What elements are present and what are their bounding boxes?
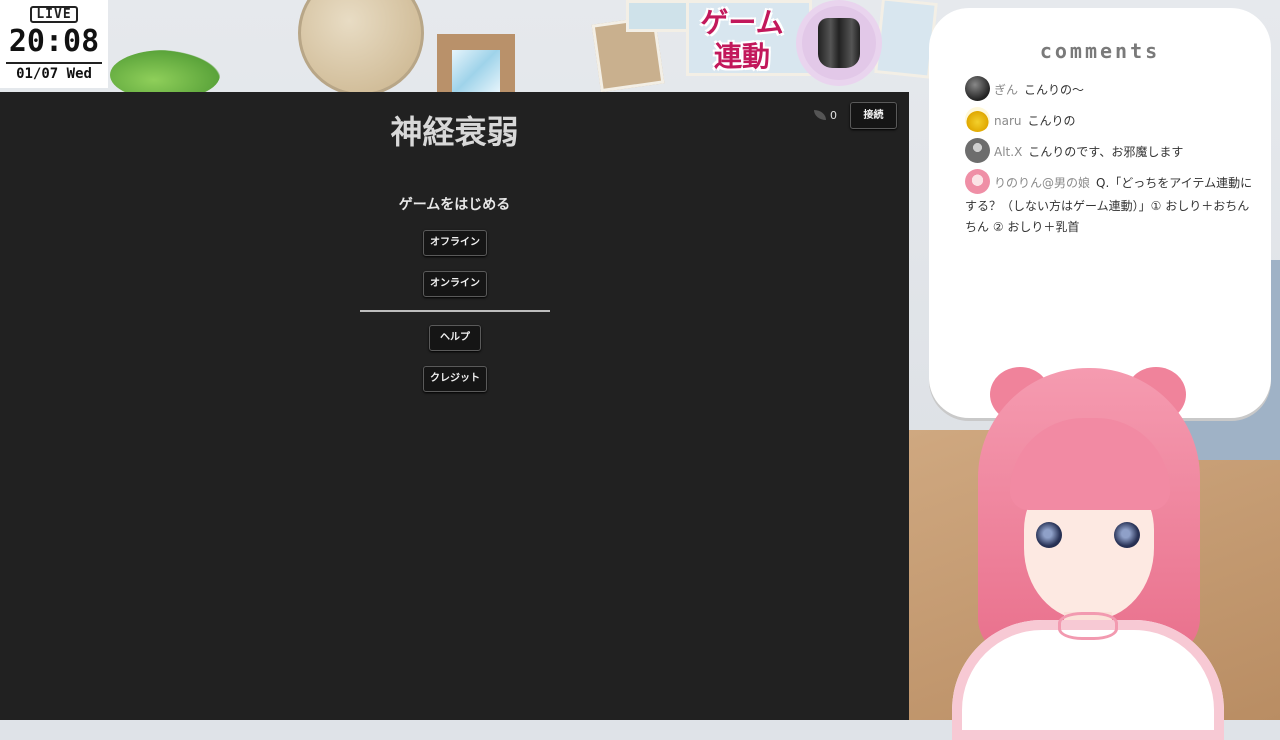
comment-item: Alt.X こんりのです、お邪魔します — [965, 138, 1255, 165]
comment-item: りのりん@男の娘 Q.「どっちをアイテム連動にする？（しない方はゲーム連動）」① … — [965, 169, 1255, 238]
offline-button[interactable]: オフライン — [423, 230, 487, 256]
comment-item: naru こんりの — [965, 107, 1255, 134]
connect-button[interactable]: 接続 — [850, 102, 897, 129]
menu-divider — [360, 310, 550, 312]
avatar — [965, 76, 990, 101]
credits-button[interactable]: クレジット — [423, 366, 487, 392]
start-game-heading: ゲームをはじめる — [398, 197, 511, 213]
comment-message: こんりのです、お邪魔します — [1028, 145, 1184, 159]
comment-message: こんりの～ — [1024, 83, 1085, 97]
avatar-ribbon — [1058, 612, 1118, 640]
comment-author: りのりん@男の娘 — [994, 176, 1091, 190]
comment-item: ぎん こんりの～ — [965, 76, 1255, 103]
online-button[interactable]: オンライン — [423, 271, 487, 297]
clock-time: 20:08 — [8, 24, 100, 59]
comments-title: comments — [1039, 39, 1161, 63]
game-title: 神経衰弱 — [390, 113, 519, 151]
game-sync-label: ゲーム 連動 — [694, 6, 790, 74]
comment-message: こんりの — [1027, 114, 1076, 128]
help-button[interactable]: ヘルプ — [429, 325, 481, 351]
avatar — [965, 107, 990, 132]
game-sync-label-line2: 連動 — [713, 40, 770, 73]
live-badge: LIVE — [30, 6, 78, 23]
avatar — [965, 169, 990, 194]
game-window — [0, 92, 909, 720]
game-sync-label-line1: ゲーム — [700, 6, 784, 39]
clock-divider — [6, 62, 102, 64]
clock-date: 01/07 Wed — [16, 66, 92, 82]
stream-clock: LIVE 20:08 01/07 Wed — [0, 0, 108, 88]
avatar-eye — [1036, 522, 1062, 548]
avatar — [965, 138, 990, 163]
picture-frame-glass — [452, 50, 500, 92]
comment-author: ぎん — [994, 83, 1019, 97]
leaf-count: 0 — [830, 109, 837, 122]
device-icon — [818, 18, 860, 68]
comment-author: naru — [994, 114, 1022, 128]
avatar-eye — [1114, 522, 1140, 548]
comment-author: Alt.X — [994, 145, 1023, 159]
comments-panel: comments ぎん こんりの～ naru こんりの Alt.X こんりのです、お邪… — [929, 8, 1271, 418]
